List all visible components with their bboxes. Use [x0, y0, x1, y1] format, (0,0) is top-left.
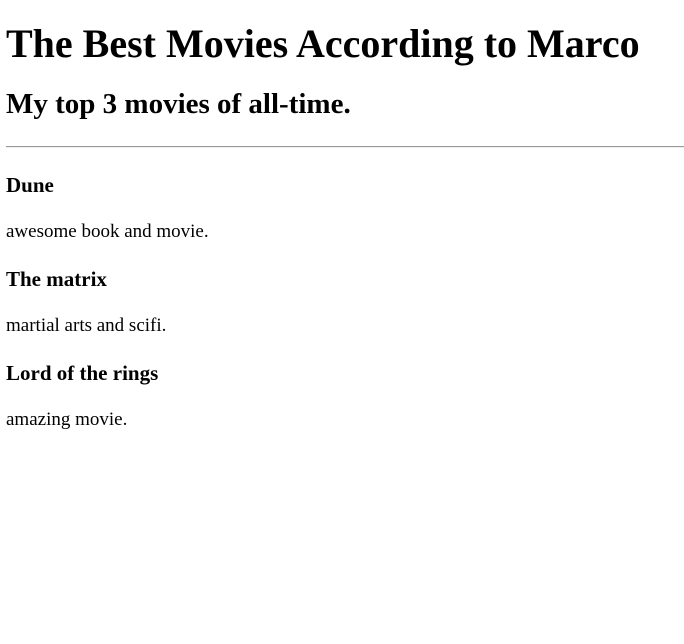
page-subtitle: My top 3 movies of all-time. — [6, 88, 351, 120]
page-content: The Best Movies According to Marco My to… — [0, 0, 684, 431]
movie-title: Dune — [6, 173, 54, 197]
movie-title: Lord of the rings — [6, 361, 159, 385]
page-title: The Best Movies According to Marco — [6, 21, 640, 66]
movie-item: Dune awesome book and movie. — [6, 148, 684, 243]
movie-description: martial arts and scifi. — [6, 315, 167, 336]
movie-title: The matrix — [6, 267, 107, 291]
movie-description: awesome book and movie. — [6, 221, 209, 242]
movie-item: The matrix martial arts and scifi. — [6, 243, 684, 337]
movie-item: Lord of the rings amazing movie. — [6, 337, 684, 431]
movie-description: amazing movie. — [6, 409, 128, 430]
